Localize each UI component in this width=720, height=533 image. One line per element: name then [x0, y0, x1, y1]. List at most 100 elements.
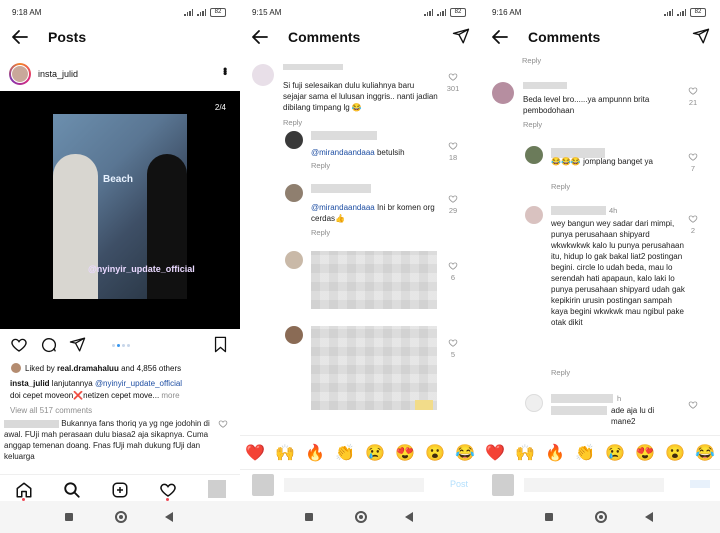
heart-icon[interactable] — [688, 86, 698, 96]
reply-link[interactable]: Reply — [522, 56, 541, 65]
share-icon[interactable] — [69, 336, 86, 353]
emoji-reaction[interactable]: 😮 — [425, 443, 445, 463]
comment-like[interactable]: 6 — [438, 261, 468, 282]
comment-like[interactable]: 21 — [678, 86, 708, 107]
heart-icon[interactable] — [448, 72, 458, 82]
avatar[interactable] — [525, 394, 543, 412]
post-screen: 9:18 AM 82 Posts insta_julid ••• Beach @… — [0, 0, 240, 533]
heart-icon[interactable] — [448, 338, 458, 348]
home-icon[interactable] — [15, 481, 33, 499]
new-post-icon[interactable] — [111, 481, 129, 499]
comment-list: Reply Beda level bro......ya ampunnn bri… — [480, 56, 720, 437]
search-icon[interactable] — [63, 481, 81, 499]
heart-icon[interactable] — [688, 152, 698, 162]
avatar[interactable] — [285, 326, 303, 344]
emoji-reaction[interactable]: 👏 — [575, 443, 595, 463]
status-time: 9:18 AM — [12, 8, 42, 17]
emoji-reaction[interactable]: 🔥 — [545, 443, 565, 463]
heart-icon[interactable] — [10, 336, 28, 354]
post-media[interactable]: Beach @nyinyir_update_official 2/4 — [0, 91, 240, 329]
blurred-comment — [311, 251, 437, 309]
emoji-reaction[interactable]: 👏 — [335, 443, 355, 463]
comment-like[interactable]: 2 — [678, 214, 708, 235]
emoji-reaction[interactable]: ❤️ — [485, 443, 505, 463]
blurred-username — [523, 82, 567, 89]
emoji-reaction[interactable]: 😍 — [635, 443, 655, 463]
reply-link[interactable]: Reply — [551, 368, 570, 377]
direct-message-icon[interactable] — [692, 27, 710, 45]
avatar — [11, 363, 21, 373]
comment-heart-icon[interactable] — [218, 419, 228, 429]
reply-link[interactable]: Reply — [283, 118, 302, 127]
home-button-icon[interactable] — [355, 511, 367, 523]
reply-link[interactable]: Reply — [551, 182, 570, 191]
view-all-comments-link[interactable]: View all 517 comments — [10, 406, 92, 415]
avatar[interactable] — [285, 251, 303, 269]
emoji-reaction[interactable]: 😍 — [395, 443, 415, 463]
more-options-icon[interactable]: ••• — [218, 67, 232, 74]
emoji-reaction[interactable]: 😂 — [695, 443, 715, 463]
heart-icon[interactable] — [688, 214, 698, 224]
emoji-reaction[interactable]: 🙌 — [275, 443, 295, 463]
reply-link[interactable]: Reply — [311, 161, 330, 170]
emoji-reaction[interactable]: 😂 — [455, 443, 475, 463]
system-navigation-bar — [240, 501, 480, 533]
avatar[interactable] — [525, 206, 543, 224]
emoji-reaction[interactable]: ❤️ — [245, 443, 265, 463]
recents-icon[interactable] — [545, 513, 553, 521]
comment-like[interactable]: 29 — [438, 194, 468, 215]
post-username[interactable]: insta_julid — [38, 69, 78, 79]
reply-link[interactable]: Reply — [311, 228, 330, 237]
comments-screen: 9:15 AM 82 Comments Si fuji selesaikan d… — [240, 0, 480, 533]
comment-input[interactable] — [284, 478, 424, 492]
avatar[interactable] — [285, 131, 303, 149]
recents-icon[interactable] — [65, 513, 73, 521]
avatar[interactable] — [252, 64, 274, 86]
avatar[interactable] — [492, 82, 514, 104]
comment-input[interactable] — [524, 478, 664, 492]
recents-icon[interactable] — [305, 513, 313, 521]
avatar[interactable] — [285, 184, 303, 202]
emoji-reaction[interactable]: 😢 — [605, 443, 625, 463]
emoji-reaction[interactable]: 😮 — [665, 443, 685, 463]
home-button-icon[interactable] — [115, 511, 127, 523]
activity-heart-icon[interactable] — [159, 481, 177, 499]
heart-icon[interactable] — [448, 194, 458, 204]
signal-icon — [184, 9, 193, 16]
back-triangle-icon[interactable] — [165, 512, 173, 522]
profile-avatar[interactable] — [208, 480, 226, 498]
back-triangle-icon[interactable] — [405, 512, 413, 522]
reply-link[interactable]: Reply — [523, 120, 542, 129]
back-arrow-icon[interactable] — [10, 26, 30, 48]
comment-like[interactable]: 7 — [678, 152, 708, 173]
post-button[interactable]: Post — [450, 479, 468, 489]
comment-icon[interactable] — [40, 336, 58, 354]
comment-like[interactable]: 18 — [438, 141, 468, 162]
heart-icon[interactable] — [448, 141, 458, 151]
avatar[interactable] — [9, 63, 31, 85]
back-arrow-icon[interactable] — [250, 26, 270, 48]
emoji-reaction[interactable]: 😢 — [365, 443, 385, 463]
emoji-reaction[interactable]: 🔥 — [305, 443, 325, 463]
heart-icon[interactable] — [688, 400, 698, 410]
back-triangle-icon[interactable] — [645, 512, 653, 522]
direct-message-icon[interactable] — [452, 27, 470, 45]
comment-like[interactable]: 5 — [438, 338, 468, 359]
emoji-reaction[interactable]: 🙌 — [515, 443, 535, 463]
post-button[interactable] — [690, 480, 710, 488]
comment-composer: Post — [240, 469, 480, 499]
bookmark-icon[interactable] — [213, 336, 228, 353]
more-link[interactable]: more — [159, 391, 179, 400]
comment-like[interactable]: 301 — [438, 72, 468, 93]
home-button-icon[interactable] — [595, 511, 607, 523]
list-item: @mirandaandaaa Ini br komen org cerdas👍 … — [285, 184, 468, 240]
back-arrow-icon[interactable] — [490, 26, 510, 48]
list-item: Si fuji selesaikan dulu kuliahnya baru s… — [252, 64, 468, 130]
avatar[interactable] — [525, 146, 543, 164]
status-bar: 9:18 AM 82 — [0, 0, 240, 24]
page-title: Comments — [528, 29, 601, 45]
blurred-username — [283, 64, 343, 70]
liked-by[interactable]: Liked by real.dramahaluu and 4,856 other… — [11, 363, 181, 373]
heart-icon[interactable] — [448, 261, 458, 271]
comment-like[interactable] — [678, 400, 708, 410]
